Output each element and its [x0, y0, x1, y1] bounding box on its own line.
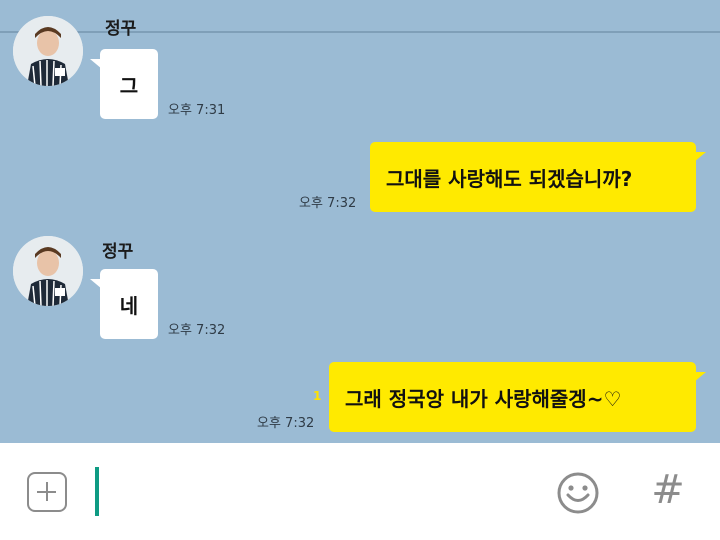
message-bubble-incoming[interactable]: 네: [90, 269, 158, 339]
message-time: 오후 7:32: [257, 416, 315, 431]
message-text: 그대를 사랑해도 되겠습니까?: [386, 166, 633, 191]
hash-button[interactable]: #: [646, 468, 690, 512]
sender-name: 정꾸: [102, 242, 134, 262]
message-input[interactable]: [100, 467, 524, 518]
avatar[interactable]: [13, 236, 83, 306]
smiley-icon[interactable]: [556, 471, 600, 515]
message-bubble-incoming[interactable]: 그: [90, 49, 158, 119]
chat-area[interactable]: 정꾸 그 오후 7:31 그대를 사랑해도 되겠습니까? 오후 7:32 정꾸 …: [0, 0, 720, 443]
text-cursor: [95, 467, 99, 516]
message-text: 그: [119, 73, 139, 98]
unread-count-badge: 1: [313, 389, 322, 403]
message-time: 오후 7:32: [168, 323, 226, 338]
message-time: 오후 7:32: [299, 196, 357, 211]
avatar[interactable]: [13, 16, 83, 86]
message-bubble-outgoing[interactable]: 그대를 사랑해도 되겠습니까?: [370, 142, 706, 212]
message-text: 그래 정국앙 내가 사랑해줄겡~♡: [345, 386, 622, 411]
message-time: 오후 7:31: [168, 103, 226, 118]
sender-name: 정꾸: [105, 19, 137, 39]
plus-square-icon[interactable]: [27, 472, 67, 512]
message-text: 네: [119, 293, 139, 318]
message-bubble-outgoing[interactable]: 그래 정국앙 내가 사랑해줄겡~♡: [329, 362, 706, 432]
